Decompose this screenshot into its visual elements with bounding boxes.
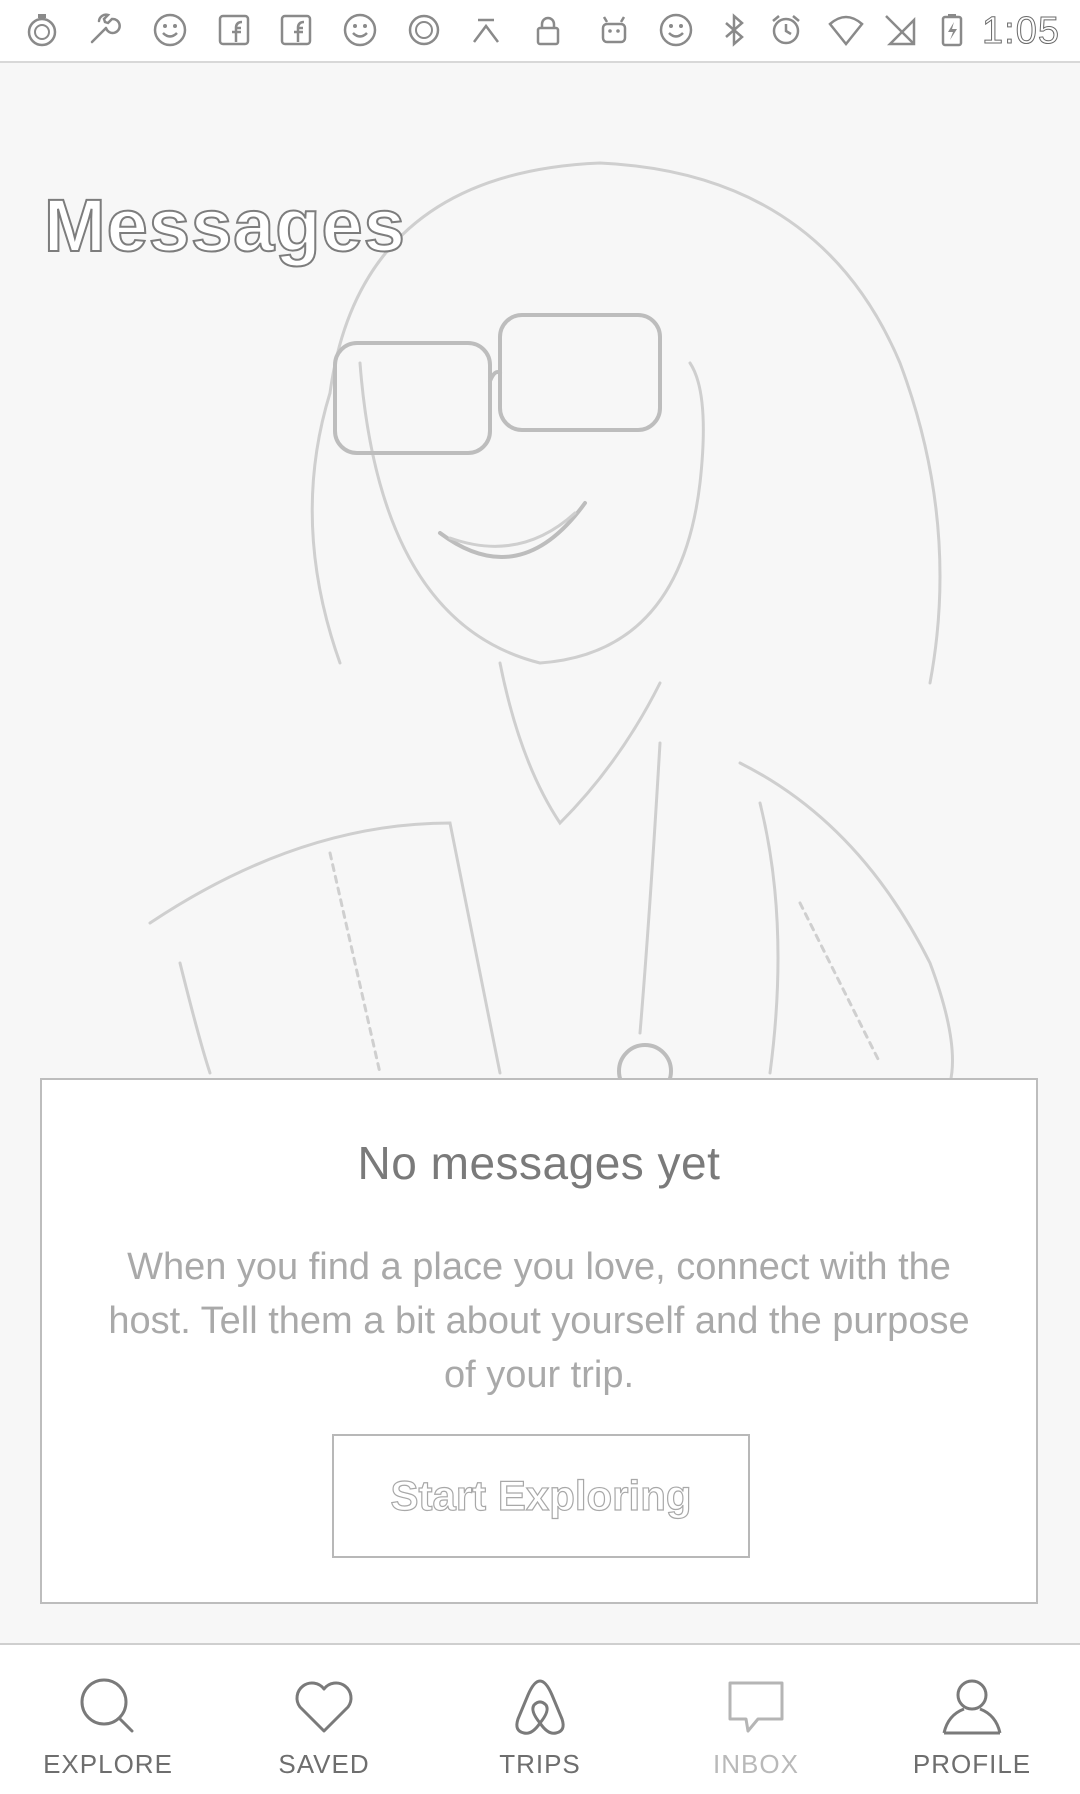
smiley-icon	[658, 12, 694, 48]
empty-state-title: No messages yet	[357, 1137, 721, 1189]
status-time: 1:05	[982, 10, 1060, 53]
nav-item-profile[interactable]: PROFILE	[864, 1645, 1080, 1794]
facebook-icon	[216, 12, 252, 48]
circle-icon	[406, 12, 442, 48]
person-icon	[938, 1675, 1006, 1737]
start-exploring-button[interactable]: Start Exploring	[332, 1434, 750, 1558]
stopwatch-icon	[24, 12, 60, 48]
nav-label-profile: PROFILE	[912, 1749, 1032, 1779]
empty-state-card: No messages yet When you find a place yo…	[40, 1078, 1038, 1604]
no-sim-icon	[882, 12, 918, 48]
fav-icon	[468, 12, 504, 48]
page-title: Messages	[43, 183, 406, 268]
search-icon	[74, 1675, 142, 1737]
heart-icon	[290, 1675, 358, 1737]
nav-label-inbox: INBOX	[713, 1749, 799, 1779]
smiley-icon	[152, 12, 188, 48]
android-icon	[596, 12, 632, 48]
smiley-icon	[342, 12, 378, 48]
airbnb-logo-icon	[506, 1675, 574, 1737]
empty-state-description: When you find a place you love, connect …	[108, 1246, 970, 1396]
wifi-icon	[828, 12, 864, 48]
nav-item-saved[interactable]: SAVED	[216, 1645, 432, 1794]
nav-label-explore: EXPLORE	[43, 1749, 173, 1779]
nav-label-saved: SAVED	[278, 1749, 370, 1779]
battery-charging-icon	[934, 12, 970, 48]
chat-bubble-icon	[722, 1675, 790, 1737]
nav-label-trips: TRIPS	[499, 1749, 581, 1779]
facebook-icon	[278, 12, 314, 48]
bottom-navigation: EXPLORE SAVED TRIPS INBOX PROFILE	[0, 1643, 1080, 1794]
status-bar: 1:05	[0, 0, 1080, 63]
nav-item-explore[interactable]: EXPLORE	[0, 1645, 216, 1794]
wrench-icon	[86, 12, 122, 48]
bluetooth-icon	[716, 12, 752, 48]
nav-item-inbox[interactable]: INBOX	[648, 1645, 864, 1794]
alarm-icon	[768, 12, 804, 48]
nav-item-trips[interactable]: TRIPS	[432, 1645, 648, 1794]
lock-icon	[530, 12, 566, 48]
